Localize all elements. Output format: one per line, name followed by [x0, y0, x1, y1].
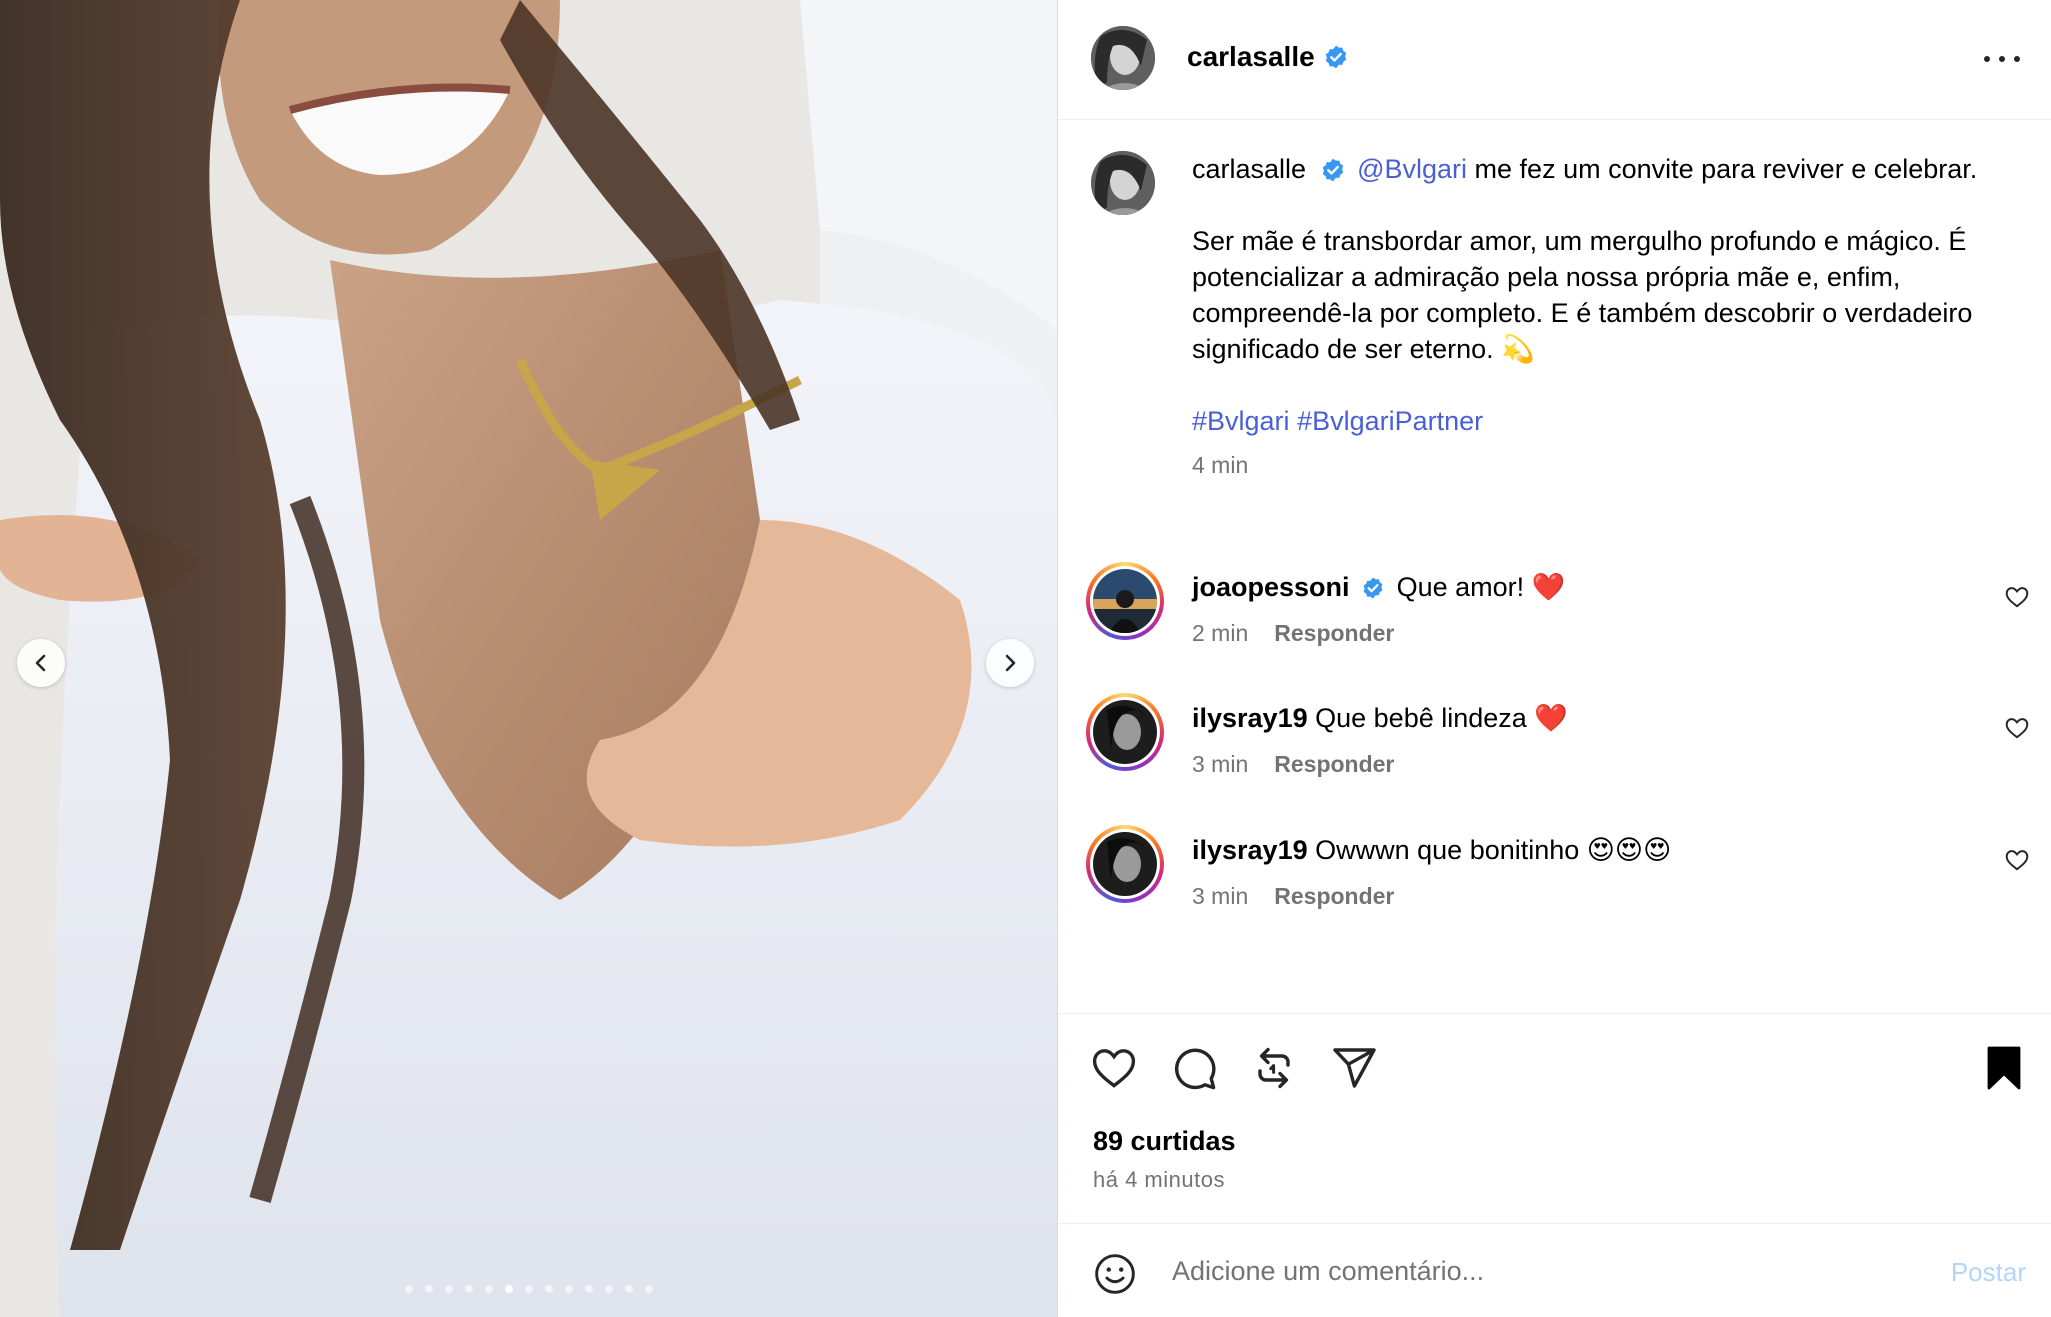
comment-username[interactable]: joaopessoni — [1192, 572, 1350, 602]
carousel-dot — [404, 1285, 413, 1293]
comment-username[interactable]: ilysray19 — [1192, 703, 1308, 733]
reply-button[interactable]: Responder — [1274, 883, 1394, 910]
hashtag-link[interactable]: #Bvlgari — [1192, 406, 1290, 436]
add-comment-bar: Postar — [1058, 1223, 2051, 1317]
post-media[interactable] — [0, 0, 1057, 1317]
comment-input[interactable] — [1172, 1246, 1852, 1296]
comment-text-line: joaopessoni Que amor! ❤️ — [1192, 570, 1952, 604]
comment-text-line: ilysray19 Que bebê lindeza ❤️ — [1192, 701, 1952, 735]
comment-body: Que bebê lindeza ❤️ — [1315, 703, 1568, 733]
comment-item: ilysray19 Que bebê lindeza ❤️ 3 min Resp… — [1058, 693, 2051, 803]
comment-item: joaopessoni Que amor! ❤️ 2 min Responder — [1058, 562, 2051, 672]
reply-button[interactable]: Responder — [1274, 751, 1394, 778]
heart-icon[interactable] — [2004, 584, 2030, 610]
send-icon[interactable] — [1330, 1044, 1378, 1092]
post-comment-button[interactable]: Postar — [1951, 1257, 2026, 1288]
avatar[interactable] — [1091, 26, 1155, 90]
carousel-dot — [464, 1285, 473, 1293]
smiley-icon[interactable] — [1093, 1252, 1137, 1296]
post-side-panel: carlasalle carlasalle @Bvlgari me fez um… — [1057, 0, 2051, 1317]
heart-icon[interactable] — [1090, 1044, 1138, 1092]
carousel-indicator — [0, 1285, 1057, 1293]
post-photo — [0, 0, 1057, 1317]
more-options-button[interactable] — [1984, 44, 2020, 74]
caption-paragraph: Ser mãe é transbordar amor, um mergulho … — [1192, 226, 1973, 364]
header-username[interactable]: carlasalle — [1187, 41, 1349, 73]
commenter-avatar — [1093, 832, 1157, 896]
verified-badge-icon — [1322, 158, 1343, 182]
profile-photo — [1091, 26, 1155, 90]
commenter-avatar — [1093, 700, 1157, 764]
comment-bubble-icon[interactable] — [1170, 1044, 1218, 1092]
caption-line1: me fez um convite para reviver e celebra… — [1467, 154, 1978, 184]
carousel-dot — [564, 1285, 573, 1293]
caption-time[interactable]: 4 min — [1192, 447, 2012, 483]
carousel-dot — [544, 1285, 553, 1293]
carousel-dot — [524, 1285, 533, 1293]
chevron-right-icon — [1005, 654, 1016, 672]
caption-username[interactable]: carlasalle — [1192, 154, 1306, 184]
reply-button[interactable]: Responder — [1274, 620, 1394, 647]
carousel-dot — [504, 1285, 513, 1293]
comment-meta: 2 min Responder — [1192, 620, 1394, 647]
carousel-dot — [444, 1285, 453, 1293]
comment-item: ilysray19 Owwwn que bonitinho 😍😍😍 3 min … — [1058, 825, 2051, 935]
more-horizontal-icon — [1984, 56, 1990, 62]
avatar-story-ring[interactable] — [1086, 825, 1164, 903]
post-header: carlasalle — [1058, 0, 2051, 120]
carousel-prev-button[interactable] — [17, 639, 65, 687]
heart-icon[interactable] — [2004, 847, 2030, 873]
chevron-left-icon — [35, 654, 46, 672]
likes-count[interactable]: 89 curtidas — [1093, 1126, 1236, 1157]
repost-icon[interactable] — [1250, 1044, 1298, 1092]
post-actions: 89 curtidas há 4 minutos — [1058, 1013, 2051, 1223]
verified-badge-icon — [1363, 577, 1383, 599]
comments-scroll-area[interactable]: carlasalle @Bvlgari me fez um convite pa… — [1058, 121, 2051, 1013]
carousel-dot — [484, 1285, 493, 1293]
carousel-dot — [624, 1285, 633, 1293]
comment-meta: 3 min Responder — [1192, 883, 1394, 910]
avatar-story-ring[interactable] — [1086, 693, 1164, 771]
caption-hashtags: #Bvlgari #BvlgariPartner — [1192, 403, 2012, 439]
comment-meta: 3 min Responder — [1192, 751, 1394, 778]
verified-badge-icon — [1325, 45, 1346, 69]
username[interactable]: carlasalle — [1187, 41, 1315, 73]
carousel-dot — [604, 1285, 613, 1293]
avatar-story-ring[interactable] — [1086, 562, 1164, 640]
hashtag-link[interactable]: #BvlgariPartner — [1297, 406, 1483, 436]
carousel-dot — [584, 1285, 593, 1293]
comment-time[interactable]: 3 min — [1192, 883, 1248, 910]
comment-text-line: ilysray19 Owwwn que bonitinho 😍😍😍 — [1192, 833, 1952, 867]
comment-body: Owwwn que bonitinho 😍😍😍 — [1315, 835, 1672, 865]
comment-time[interactable]: 3 min — [1192, 751, 1248, 778]
carousel-dot — [424, 1285, 433, 1293]
post-timestamp[interactable]: há 4 minutos — [1093, 1167, 1225, 1193]
comment-username[interactable]: ilysray19 — [1192, 835, 1308, 865]
mention-link[interactable]: @Bvlgari — [1357, 154, 1467, 184]
bookmark-icon[interactable] — [1980, 1044, 2028, 1092]
comment-body: Que amor! ❤️ — [1396, 572, 1566, 602]
commenter-avatar — [1093, 569, 1157, 633]
carousel-next-button[interactable] — [986, 639, 1034, 687]
caption-text: carlasalle @Bvlgari me fez um convite pa… — [1192, 151, 2012, 483]
comment-time[interactable]: 2 min — [1192, 620, 1248, 647]
profile-photo — [1091, 151, 1155, 215]
heart-icon[interactable] — [2004, 715, 2030, 741]
avatar[interactable] — [1091, 151, 1155, 215]
carousel-dot — [644, 1285, 653, 1293]
